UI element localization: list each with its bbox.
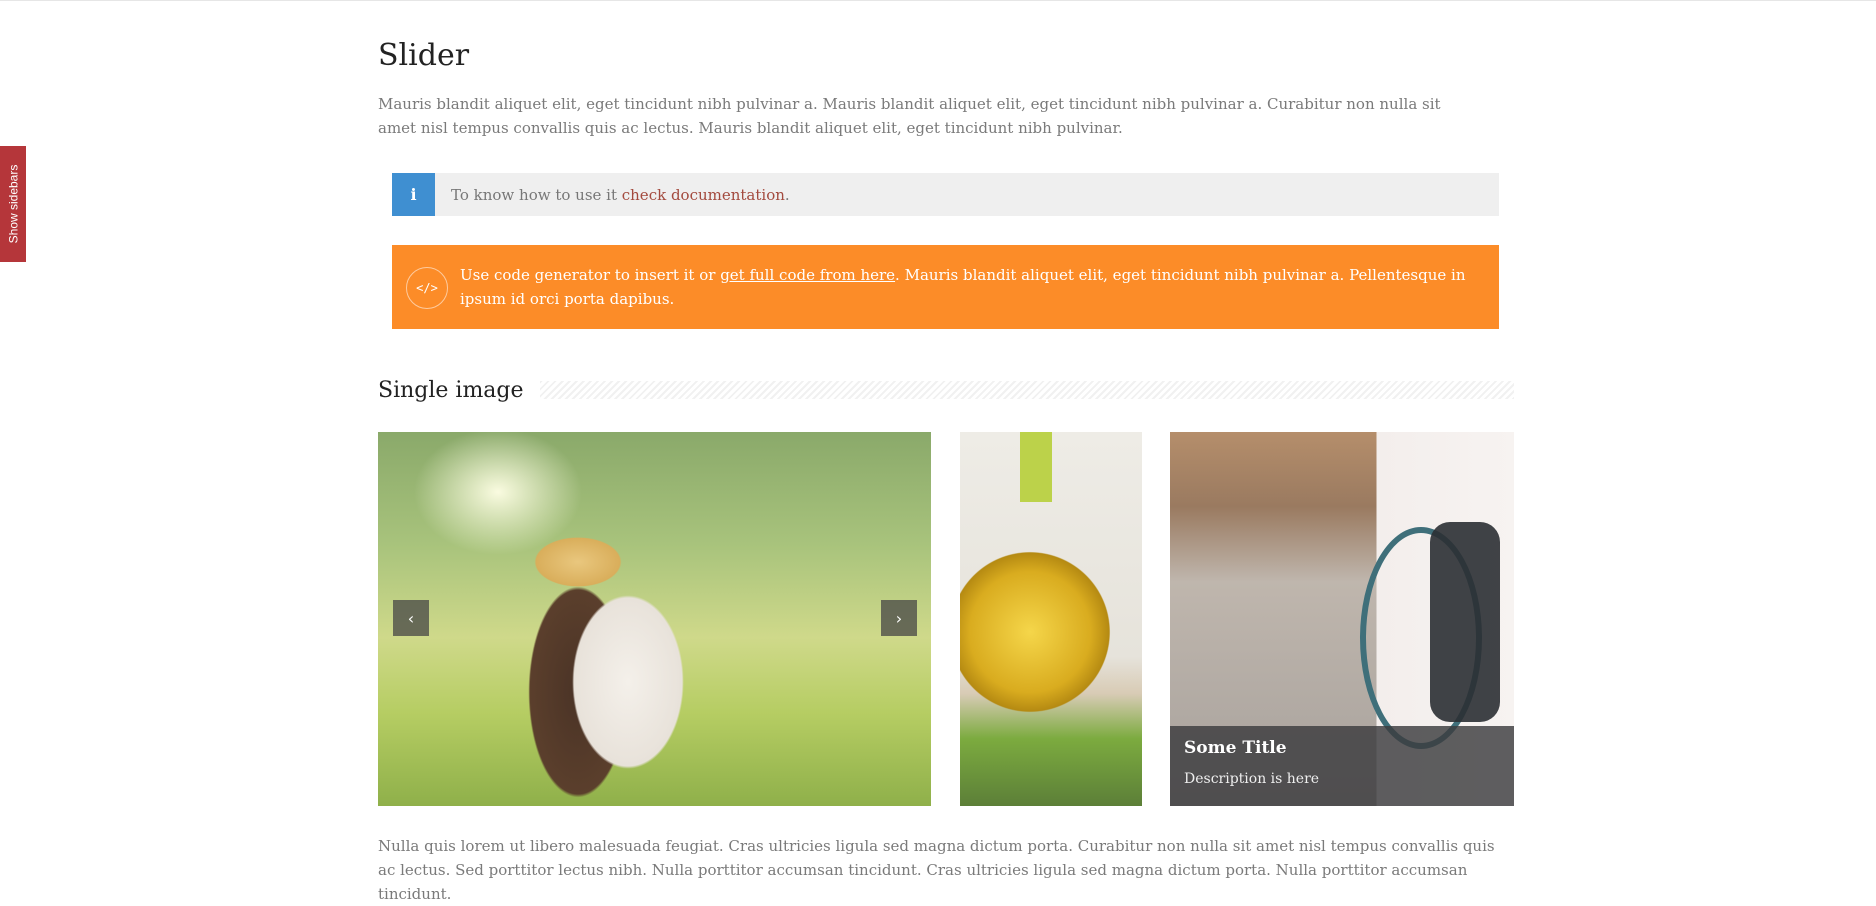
chevron-right-icon: › [895, 608, 903, 628]
slider-prev-button[interactable]: ‹ [393, 600, 429, 636]
slider-main-image: ‹ › [378, 432, 931, 806]
info-notice: i To know how to use it check documentat… [392, 173, 1499, 216]
section-title: Single image [378, 377, 524, 403]
show-sidebars-button[interactable]: Show sidebars [0, 146, 26, 262]
image-detail-frame [1430, 522, 1500, 722]
slider-next-button[interactable]: › [881, 600, 917, 636]
section-heading: Single image [378, 372, 1514, 408]
info-text: To know how to use it check documentatio… [451, 186, 790, 204]
chevron-left-icon: ‹ [407, 608, 415, 628]
top-divider [0, 0, 1876, 1]
get-full-code-link[interactable]: get full code from here [720, 266, 895, 284]
info-icon: i [392, 173, 435, 216]
info-text-before: To know how to use it [451, 185, 622, 204]
code-generator-notice: </> Use code generator to insert it or g… [392, 245, 1499, 329]
intro-paragraph: Mauris blandit aliquet elit, eget tincid… [378, 95, 1441, 137]
check-documentation-link[interactable]: check documentation [622, 186, 785, 204]
code-text-before: Use code generator to insert it or [460, 266, 721, 284]
info-text-after: . [784, 185, 790, 204]
fitness-ball-image [960, 432, 1142, 806]
image-caption: Some Title Description is here [1170, 726, 1514, 806]
caption-title: Some Title [1184, 738, 1287, 758]
image-detail [1020, 432, 1052, 502]
bicycle-image: Some Title Description is here [1170, 432, 1514, 806]
page-title: Slider [378, 38, 470, 73]
code-notice-text: Use code generator to insert it or get f… [460, 263, 1485, 311]
caption-description: Description is here [1184, 771, 1320, 787]
code-icon: </> [406, 267, 448, 309]
show-sidebars-label: Show sidebars [6, 164, 20, 244]
heading-stripe-divider [539, 381, 1514, 399]
outro-paragraph: Nulla quis lorem ut libero malesuada feu… [378, 837, 1495, 903]
